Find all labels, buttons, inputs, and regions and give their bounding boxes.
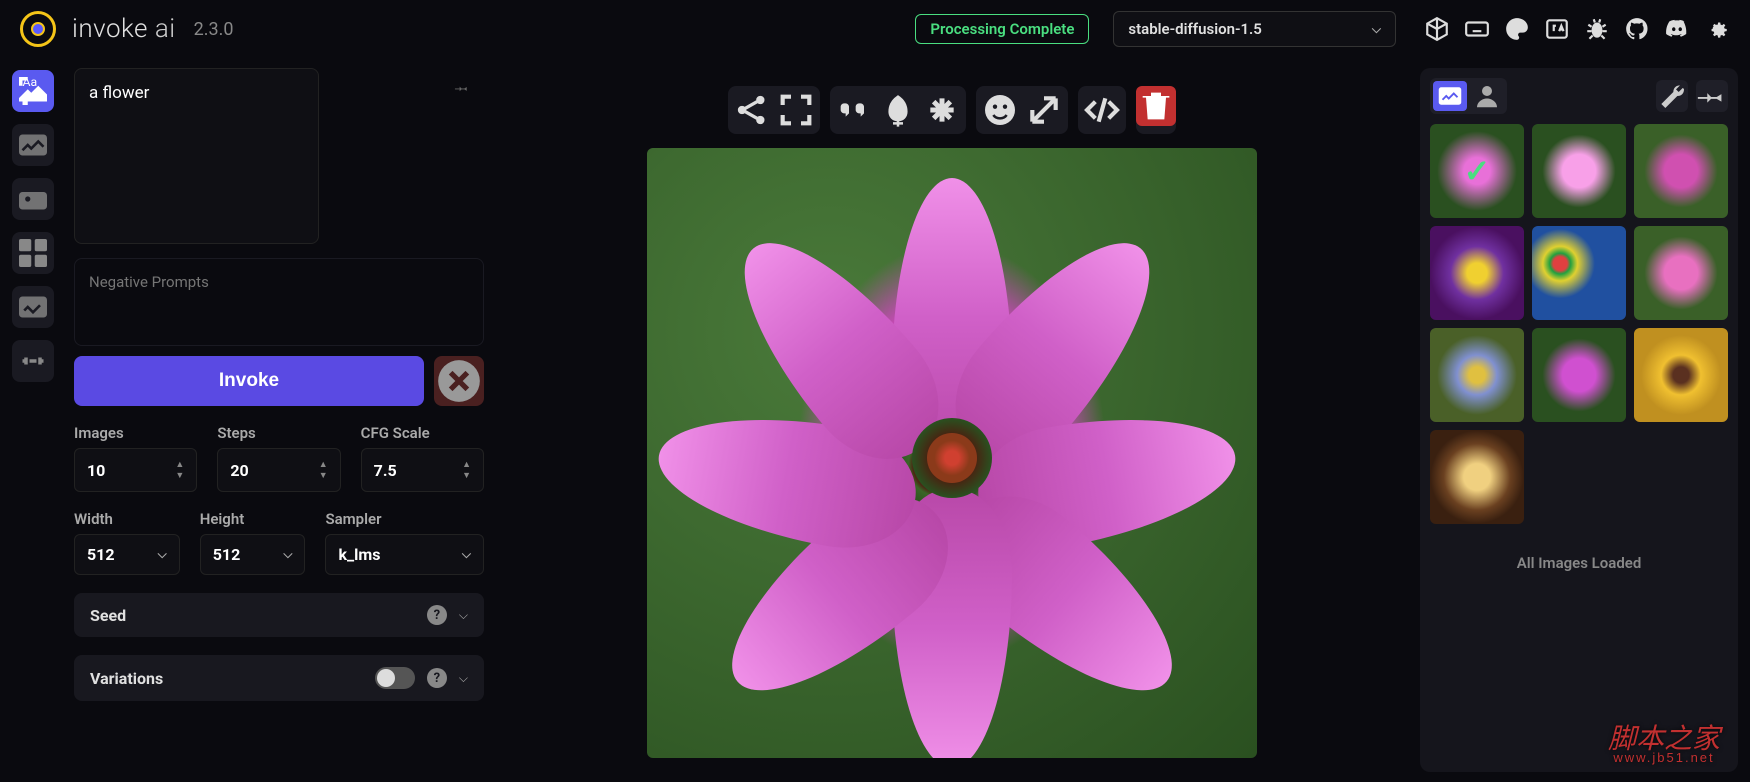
gallery-thumb[interactable] — [1430, 328, 1524, 422]
chevron-down-icon: ⌵ — [283, 547, 292, 562]
stepper-icon[interactable]: ▲▼ — [462, 459, 471, 481]
gallery-tab-images[interactable] — [1433, 81, 1467, 111]
sampler-select[interactable]: k_lms ⌵ — [325, 534, 484, 575]
share-icon[interactable] — [732, 90, 772, 130]
settings-panel: a flower Invoke Images 10 ▲▼ Steps — [74, 68, 484, 772]
cfg-label: CFG Scale — [361, 424, 484, 442]
canvas-toolbar — [728, 86, 1176, 134]
canvas-area — [496, 68, 1408, 772]
stepper-icon[interactable]: ▲▼ — [175, 459, 184, 481]
bug-icon[interactable] — [1584, 16, 1610, 42]
chevron-down-icon: ⌵ — [459, 608, 468, 623]
gallery-thumb[interactable] — [1634, 124, 1728, 218]
chevron-down-icon: ⌵ — [158, 547, 167, 562]
nav-training[interactable] — [12, 340, 54, 382]
quote-icon[interactable] — [834, 90, 874, 130]
gallery-footer: All Images Loaded — [1430, 554, 1728, 572]
gallery-tab-user[interactable] — [1470, 81, 1504, 111]
chevron-down-icon: ⌵ — [1372, 22, 1381, 37]
nav-image-to-image[interactable] — [12, 124, 54, 166]
asterisk-icon[interactable] — [922, 90, 962, 130]
trash-icon[interactable] — [1136, 86, 1176, 126]
images-label: Images — [74, 424, 197, 442]
width-label: Width — [74, 510, 180, 528]
sampler-label: Sampler — [325, 510, 484, 528]
help-icon[interactable]: ? — [427, 605, 447, 625]
cfg-input[interactable]: 7.5 ▲▼ — [361, 448, 484, 492]
height-select[interactable]: 512 ⌵ — [200, 534, 306, 575]
gear-icon[interactable] — [1704, 16, 1730, 42]
version-text: 2.3.0 — [194, 19, 234, 40]
gallery-thumb[interactable] — [1634, 328, 1728, 422]
nav-nodes[interactable] — [12, 232, 54, 274]
cancel-button[interactable] — [434, 356, 484, 406]
svg-text:Aa: Aa — [23, 75, 38, 89]
variations-toggle[interactable] — [375, 667, 415, 689]
variations-accordion[interactable]: Variations ? ⌵ — [74, 655, 484, 701]
left-nav: Aa — [12, 68, 62, 772]
seed-icon[interactable] — [878, 90, 918, 130]
app-header: invoke ai 2.3.0 Processing Complete stab… — [0, 0, 1750, 58]
help-icon[interactable]: ? — [427, 668, 447, 688]
keyboard-icon[interactable] — [1464, 16, 1490, 42]
model-name: stable-diffusion-1.5 — [1128, 20, 1261, 38]
gallery-thumb[interactable]: ✓ — [1430, 124, 1524, 218]
gallery-thumb[interactable] — [1430, 226, 1524, 320]
model-selector[interactable]: stable-diffusion-1.5 ⌵ — [1113, 11, 1396, 47]
pin-icon[interactable] — [1696, 80, 1728, 112]
code-icon[interactable] — [1082, 90, 1122, 130]
seed-accordion[interactable]: Seed ? ⌵ — [74, 593, 484, 637]
gallery-thumb[interactable] — [1634, 226, 1728, 320]
face-icon[interactable] — [980, 90, 1020, 130]
width-select[interactable]: 512 ⌵ — [74, 534, 180, 575]
invoke-button[interactable]: Invoke — [74, 356, 424, 406]
steps-label: Steps — [217, 424, 340, 442]
images-input[interactable]: 10 ▲▼ — [74, 448, 197, 492]
gallery-thumb[interactable] — [1532, 226, 1626, 320]
watermark: 脚本之家 www.jb51.net — [1608, 727, 1720, 764]
nav-unified-canvas[interactable] — [12, 178, 54, 220]
chevron-down-icon: ⌵ — [462, 547, 471, 562]
wrench-icon[interactable] — [1656, 80, 1688, 112]
brand-text: invoke ai — [72, 14, 176, 44]
cube-icon[interactable] — [1424, 16, 1450, 42]
gallery-thumb[interactable] — [1430, 430, 1524, 524]
height-label: Height — [200, 510, 306, 528]
gallery-grid: ✓ — [1430, 124, 1728, 524]
steps-input[interactable]: 20 ▲▼ — [217, 448, 340, 492]
discord-icon[interactable] — [1664, 16, 1690, 42]
upscale-icon[interactable] — [1024, 90, 1064, 130]
gallery-panel: ✓ All Images Loaded — [1420, 68, 1738, 772]
pin-icon[interactable] — [454, 80, 470, 100]
status-badge: Processing Complete — [915, 14, 1089, 44]
negative-prompt-input[interactable] — [74, 258, 484, 346]
main-image[interactable] — [647, 148, 1257, 758]
nav-text-to-image[interactable]: Aa — [12, 70, 54, 112]
app-logo — [20, 11, 56, 47]
chevron-down-icon: ⌵ — [459, 671, 468, 686]
gallery-thumb[interactable] — [1532, 328, 1626, 422]
github-icon[interactable] — [1624, 16, 1650, 42]
gallery-thumb[interactable] — [1532, 124, 1626, 218]
palette-icon[interactable] — [1504, 16, 1530, 42]
stepper-icon[interactable]: ▲▼ — [319, 459, 328, 481]
language-icon[interactable] — [1544, 16, 1570, 42]
expand-icon[interactable] — [776, 90, 816, 130]
check-icon: ✓ — [1464, 152, 1491, 190]
nav-post-process[interactable] — [12, 286, 54, 328]
prompt-input[interactable]: a flower — [74, 68, 319, 244]
